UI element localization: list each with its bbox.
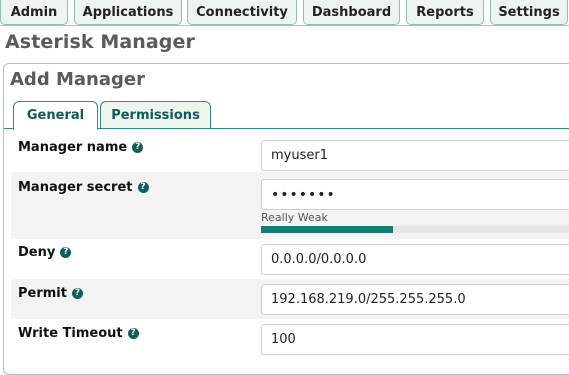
nav-tab-dashboard[interactable]: Dashboard <box>303 0 400 25</box>
permit-input[interactable]: 192.168.219.0/255.255.255.0 <box>261 284 569 315</box>
deny-label: Deny <box>18 245 56 260</box>
page-title: Asterisk Manager <box>5 31 195 53</box>
nav-tab-connectivity[interactable]: Connectivity <box>187 0 297 25</box>
write-timeout-label: Write Timeout <box>18 326 123 341</box>
top-navigation: Admin Applications Connectivity Dashboar… <box>0 0 569 26</box>
tab-permissions[interactable]: Permissions <box>100 101 211 129</box>
row-manager-secret: Manager secret ? ••••••• Really Weak <box>11 172 569 239</box>
manager-name-label-group: Manager name ? <box>18 140 144 155</box>
manager-name-input[interactable]: myuser1 <box>261 140 569 171</box>
row-write-timeout: Write Timeout ? 100 <box>11 319 569 361</box>
deny-input[interactable]: 0.0.0.0/0.0.0.0 <box>261 244 569 275</box>
password-strength-fill <box>261 226 393 233</box>
manager-name-label: Manager name <box>18 140 128 155</box>
write-timeout-input[interactable]: 100 <box>261 324 569 355</box>
question-circle-icon[interactable]: ? <box>137 182 149 193</box>
nav-tab-settings[interactable]: Settings <box>490 0 568 25</box>
row-permit: Permit ? 192.168.219.0/255.255.255.0 <box>11 279 569 319</box>
question-circle-icon[interactable]: ? <box>132 142 144 153</box>
nav-divider <box>0 25 569 26</box>
nav-tab-admin[interactable]: Admin <box>0 0 68 25</box>
password-strength-label: Really Weak <box>261 211 328 224</box>
question-circle-icon[interactable]: ? <box>60 247 72 258</box>
nav-tab-reports[interactable]: Reports <box>406 0 484 25</box>
form-tabs: General Permissions <box>4 100 569 130</box>
permit-label-group: Permit ? <box>18 286 83 301</box>
permit-label: Permit <box>18 286 67 301</box>
nav-tab-applications[interactable]: Applications <box>74 0 182 25</box>
tab-general[interactable]: General <box>13 101 98 130</box>
row-deny: Deny ? 0.0.0.0/0.0.0.0 <box>11 239 569 279</box>
panel-title: Add Manager <box>10 69 145 90</box>
password-strength-bar <box>261 226 569 233</box>
write-timeout-label-group: Write Timeout ? <box>18 326 139 341</box>
manager-secret-input[interactable]: ••••••• <box>261 179 569 210</box>
deny-label-group: Deny ? <box>18 245 72 260</box>
manager-secret-label-group: Manager secret ? <box>18 180 149 195</box>
row-manager-name: Manager name ? myuser1 <box>11 132 569 172</box>
question-circle-icon[interactable]: ? <box>71 288 83 299</box>
add-manager-panel: Add Manager General Permissions Manager … <box>3 63 569 375</box>
question-circle-icon[interactable]: ? <box>127 328 139 339</box>
manager-secret-label: Manager secret <box>18 180 133 195</box>
